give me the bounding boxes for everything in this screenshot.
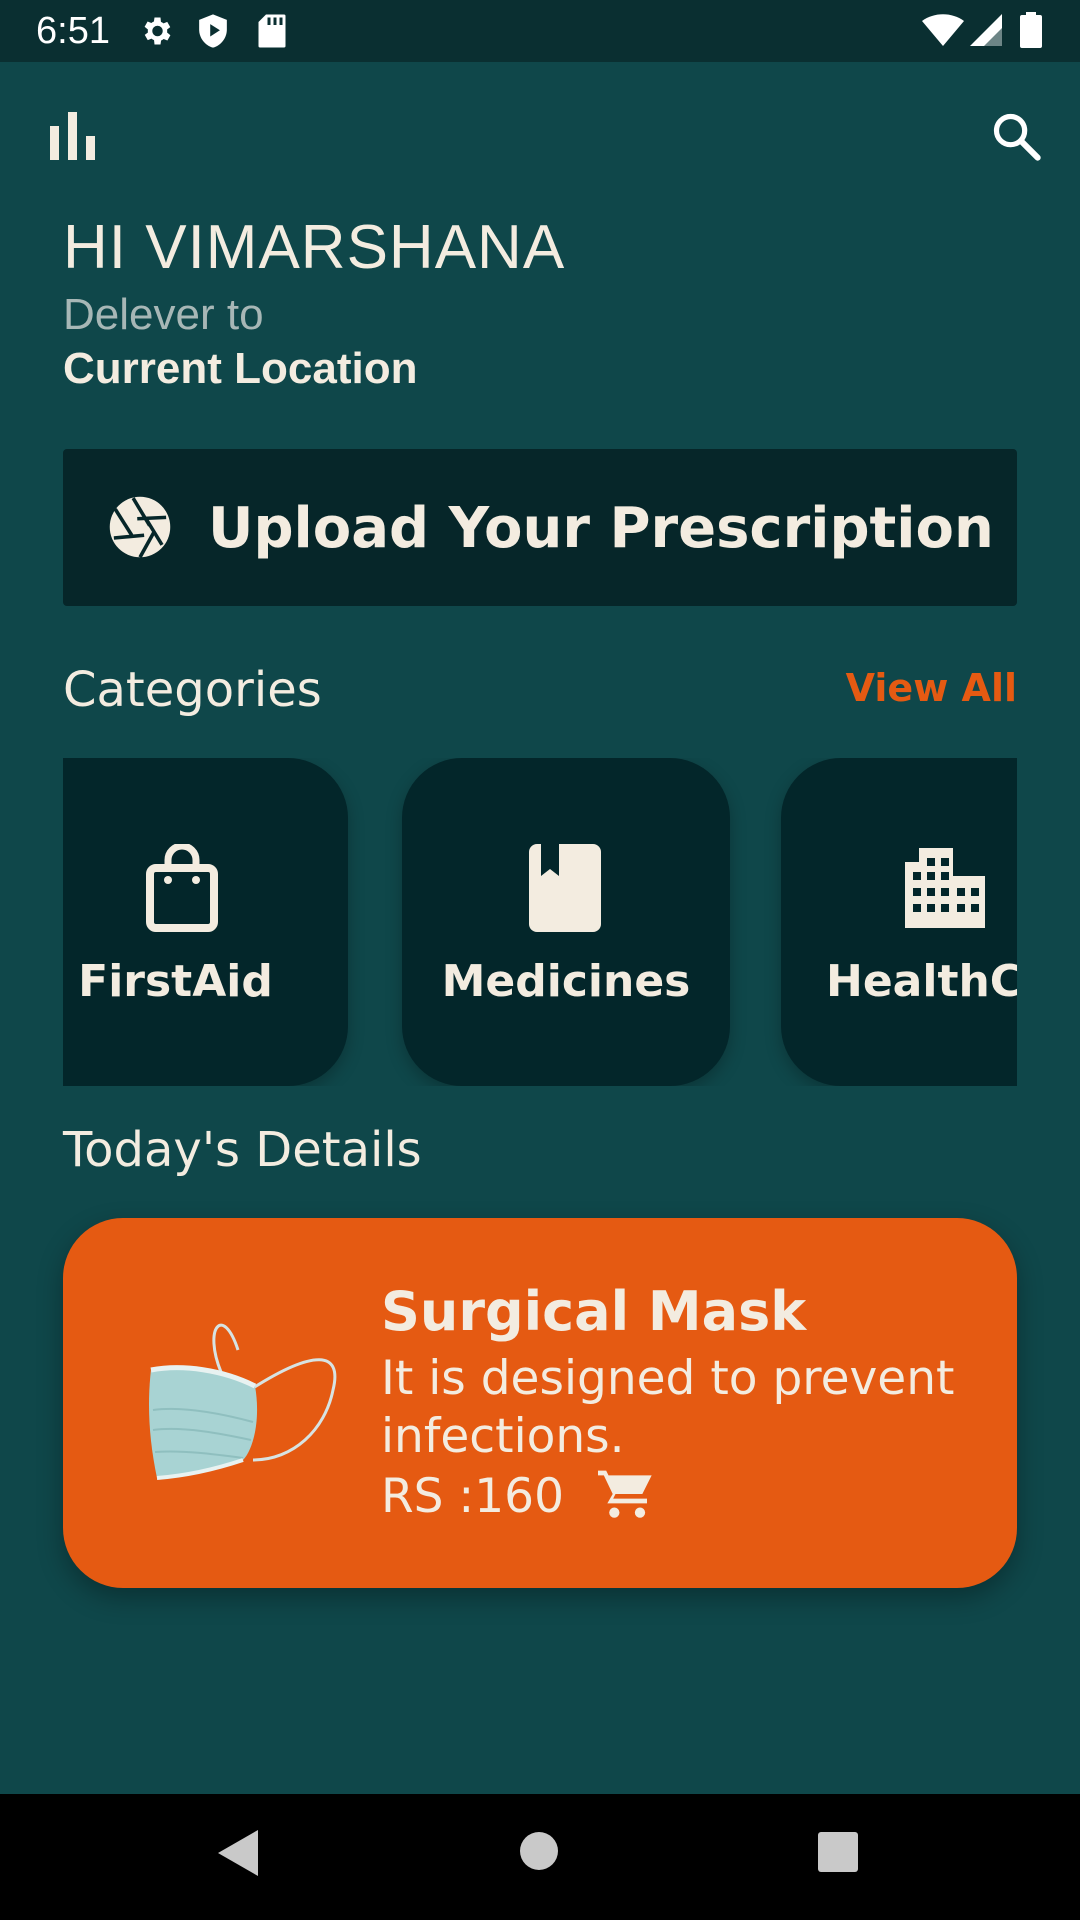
current-location[interactable]: Current Location — [63, 344, 417, 394]
categories-title: Categories — [63, 662, 322, 718]
greeting: HI VIMARSHANA — [63, 213, 566, 282]
camera-shutter-icon — [107, 494, 173, 565]
search-icon[interactable] — [990, 110, 1042, 167]
product-name: Surgical Mask — [381, 1280, 807, 1343]
status-bar: 6:51 — [0, 0, 1080, 62]
todays-details-title: Today's Details — [63, 1122, 422, 1178]
product-price: RS :160 — [381, 1469, 564, 1524]
deliver-label: Delever to — [63, 290, 264, 339]
category-label: HealthCa — [826, 956, 1017, 1007]
category-label: Medicines — [441, 956, 691, 1007]
signal-icon — [970, 14, 1002, 51]
view-all-link[interactable]: View All — [846, 666, 1017, 710]
book-icon — [529, 844, 601, 937]
shopping-bag-icon — [146, 842, 218, 937]
building-icon — [905, 848, 985, 933]
cart-icon[interactable] — [597, 1468, 654, 1525]
gear-icon — [138, 13, 174, 54]
category-card-firstaid[interactable]: FirstAid — [63, 758, 348, 1086]
category-card-medicines[interactable]: Medicines — [402, 758, 730, 1086]
product-description: It is designed to prevent infections. — [381, 1351, 955, 1464]
navigation-bar — [0, 1794, 1080, 1920]
status-time: 6:51 — [36, 10, 110, 52]
price-row: RS :160 — [381, 1468, 654, 1525]
upload-prescription-button[interactable]: Upload Your Prescription — [63, 449, 1017, 606]
categories-list[interactable]: FirstAid Medicines HealthCa — [63, 758, 1017, 1086]
category-label: FirstAid — [78, 956, 273, 1007]
back-icon[interactable] — [218, 1830, 258, 1881]
shield-icon — [196, 13, 230, 54]
upload-prescription-label: Upload Your Prescription — [208, 496, 994, 561]
home-icon[interactable] — [520, 1832, 558, 1875]
recents-icon[interactable] — [818, 1832, 858, 1877]
battery-icon — [1020, 12, 1042, 53]
wifi-icon — [922, 14, 964, 51]
surgical-mask-image — [143, 1310, 343, 1505]
bar-chart-icon[interactable] — [48, 112, 98, 165]
category-card-healthcare[interactable]: HealthCa — [781, 758, 1017, 1086]
sd-card-icon — [257, 13, 287, 54]
product-card[interactable]: Surgical Mask It is designed to prevent … — [63, 1218, 1017, 1588]
